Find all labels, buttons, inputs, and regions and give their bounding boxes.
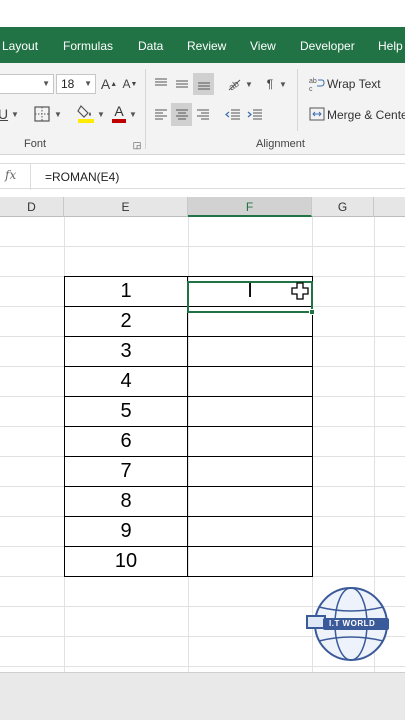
svg-text:A: A [114,103,124,119]
font-size-dropdown[interactable]: 18 ▼ [56,74,96,94]
font-name-dropdown[interactable]: ▼ [0,74,54,94]
insert-function-icon[interactable]: fx [5,168,16,182]
cell-e9[interactable]: 6 [64,426,188,457]
ribbon-tab-bar: Layout Formulas Data Review View Develop… [0,27,405,63]
logo-text: I.T WORLD [329,619,376,628]
cell-f11[interactable] [187,486,313,517]
paragraph-dropdown-icon[interactable]: ▼ [278,74,288,94]
cell-f10[interactable] [187,456,313,487]
fill-color-icon[interactable] [76,102,96,124]
decrease-indent-icon[interactable] [223,104,243,126]
cell-e5[interactable]: 2 [64,306,188,337]
column-header-h[interactable] [374,197,405,217]
gridline [0,246,405,247]
bottom-align-icon[interactable] [193,73,214,95]
cell-f13[interactable] [187,546,313,577]
underline-icon[interactable]: U [0,104,8,124]
wrap-text-button[interactable]: Wrap Text [327,77,381,91]
column-header-f[interactable]: F [188,197,312,217]
formula-bar-divider [30,164,31,190]
decrease-font-size-icon[interactable]: A ▼ [122,74,138,94]
table-row: 3 [64,336,313,367]
column-header-bar: D E F G [0,197,405,217]
cell-e13[interactable]: 10 [64,546,188,577]
table-row: 6 [64,426,313,457]
cell-e7[interactable]: 4 [64,366,188,397]
tab-data[interactable]: Data [138,39,163,53]
formula-bar: fx =ROMAN(E4) [0,163,405,190]
cell-f8[interactable] [187,396,313,427]
font-group-label: Font [24,138,47,150]
group-separator [145,69,146,149]
tab-review[interactable]: Review [187,39,226,53]
cell-f12[interactable] [187,516,313,547]
tab-help[interactable]: Help [378,39,403,53]
cell-e4[interactable]: 1 [64,276,188,307]
cell-f9[interactable] [187,426,313,457]
fill-handle[interactable] [309,309,315,315]
cell-e11[interactable]: 8 [64,486,188,517]
table-row: 8 [64,486,313,517]
it-world-logo: I.T WORLD [303,585,393,663]
svg-text:ab: ab [309,78,317,85]
orientation-dropdown-icon[interactable]: ▼ [244,74,254,94]
merge-center-button[interactable]: Merge & Center [327,108,405,122]
table-row: 7 [64,456,313,487]
column-header-e[interactable]: E [64,197,188,217]
align-left-icon[interactable] [152,104,170,126]
column-header-g[interactable]: G [312,197,374,217]
table-row: 4 [64,366,313,397]
font-dialog-launcher-icon[interactable]: ◲ [132,139,142,151]
svg-text:c: c [309,86,313,92]
borders-dropdown-icon[interactable]: ▼ [53,104,63,124]
tab-formulas[interactable]: Formulas [63,39,113,53]
fill-color-dropdown-icon[interactable]: ▼ [96,104,106,124]
font-color-dropdown-icon[interactable]: ▼ [128,104,138,124]
cell-e8[interactable]: 5 [64,396,188,427]
table-row: 5 [64,396,313,427]
cell-f6[interactable] [187,336,313,367]
cell-e10[interactable]: 7 [64,456,188,487]
underline-dropdown-icon[interactable]: ▼ [10,104,20,124]
status-bar [0,672,405,720]
increase-indent-icon[interactable] [245,104,265,126]
table-row: 10 [64,546,313,577]
middle-align-icon[interactable] [173,74,191,94]
align-center-icon[interactable] [171,103,192,126]
increase-font-size-icon[interactable]: A ▲ [101,74,117,94]
orientation-icon[interactable]: ab [224,74,244,94]
table-row: 9 [64,516,313,547]
tab-view[interactable]: View [250,39,276,53]
font-color-icon[interactable]: A [110,102,128,124]
cell-f7[interactable] [187,366,313,397]
cell-cursor-icon [291,282,309,300]
ribbon: ▼ 18▼ A▲ A▼ U ▼ ▼ ▼ A ▼ Font ◲ ab ▼ ¶ ▼ [0,63,405,155]
align-right-icon[interactable] [194,104,212,126]
group-separator [297,69,298,131]
paragraph-direction-icon[interactable]: ¶ [262,74,278,94]
alignment-group-label: Alignment [256,138,305,150]
cell-e12[interactable]: 9 [64,516,188,547]
top-align-icon[interactable] [152,74,170,94]
formula-input[interactable]: =ROMAN(E4) [45,170,119,184]
merge-center-icon[interactable] [308,104,326,124]
borders-icon[interactable] [32,104,52,124]
column-header-d[interactable]: D [0,197,64,217]
cell-e6[interactable]: 3 [64,336,188,367]
gridline [0,666,405,667]
tab-developer[interactable]: Developer [300,39,355,53]
tab-layout[interactable]: Layout [2,39,38,53]
wrap-text-icon[interactable]: ab c [308,74,326,94]
